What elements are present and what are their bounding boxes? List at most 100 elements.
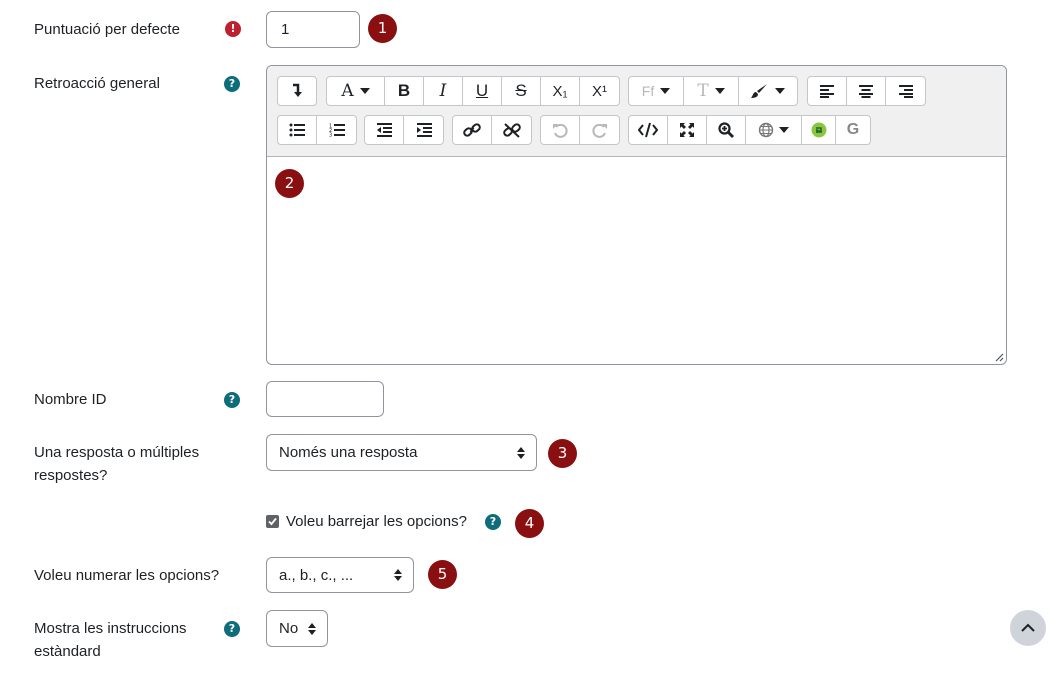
link-button[interactable] bbox=[453, 116, 492, 144]
chevron-up-icon bbox=[1021, 623, 1035, 632]
shuffle-checkbox[interactable] bbox=[266, 515, 279, 528]
spellcheck-button[interactable]: G bbox=[836, 116, 870, 144]
required-icon: ! bbox=[225, 21, 241, 37]
unlink-icon bbox=[502, 123, 521, 138]
caret-down-icon bbox=[359, 88, 370, 94]
recycle-icon bbox=[811, 122, 826, 138]
collapse-arrow-icon bbox=[293, 83, 302, 97]
font-family-button[interactable]: Ff bbox=[629, 77, 684, 105]
language-button[interactable] bbox=[746, 116, 802, 144]
toolbar-group-font: Ff T bbox=[628, 76, 798, 106]
font-size-label: T bbox=[697, 81, 709, 101]
general-feedback-editor: A B I U S X₁ X¹ Ff T 1 2 3 G bbox=[266, 65, 1007, 365]
numbering-select[interactable]: a., b., c., ... bbox=[266, 557, 414, 593]
caret-down-icon bbox=[775, 88, 785, 94]
badge-4: 4 bbox=[515, 509, 544, 538]
align-right-icon bbox=[898, 85, 913, 98]
caret-down-icon bbox=[714, 88, 725, 94]
caret-down-icon bbox=[779, 127, 789, 133]
caret-down-icon bbox=[660, 88, 671, 94]
badge-1: 1 bbox=[368, 14, 397, 43]
badge-5: 5 bbox=[428, 560, 457, 589]
collapse-toolbar-button[interactable] bbox=[278, 77, 316, 105]
subscript-button[interactable]: X₁ bbox=[541, 77, 580, 105]
list-bullet-icon bbox=[289, 123, 305, 137]
accessibility-checker-button[interactable] bbox=[707, 116, 746, 144]
brush-icon bbox=[751, 84, 767, 98]
font-button[interactable]: A bbox=[327, 77, 385, 105]
undo-button[interactable] bbox=[541, 116, 580, 144]
ordered-list-button[interactable]: 123 bbox=[317, 116, 356, 144]
select-arrows-icon bbox=[517, 446, 525, 459]
outdent-icon bbox=[377, 123, 392, 137]
toolbar-group-lists: 123 bbox=[277, 115, 357, 145]
outdent-button[interactable] bbox=[365, 116, 404, 144]
check-icon bbox=[268, 517, 277, 526]
toolbar-group-format: A B I U S X₁ X¹ bbox=[326, 76, 620, 106]
help-icon[interactable]: ? bbox=[224, 392, 240, 408]
redo-button[interactable] bbox=[580, 116, 619, 144]
indent-icon bbox=[416, 123, 432, 137]
select-arrows-icon bbox=[308, 622, 316, 635]
underline-button[interactable]: U bbox=[463, 77, 502, 105]
numbering-label: Voleu numerar les opcions? bbox=[34, 567, 220, 584]
superscript-button[interactable]: X¹ bbox=[580, 77, 619, 105]
list-numbered-icon: 123 bbox=[329, 124, 345, 138]
text-color-button[interactable] bbox=[739, 77, 797, 105]
undo-icon bbox=[553, 123, 568, 138]
bold-button[interactable]: B bbox=[385, 77, 424, 105]
toolbar-group-indent bbox=[364, 115, 444, 145]
font-family-label: Ff bbox=[641, 83, 655, 99]
std-instructions-label: Mostra les instruccions estàndard bbox=[34, 620, 187, 660]
toolbar-group-tools: G bbox=[628, 115, 871, 145]
single-multiple-label: Una resposta o múltiples respostes? bbox=[34, 444, 200, 484]
single-multiple-select[interactable]: Només una resposta bbox=[266, 434, 537, 471]
toolbar-group-history bbox=[540, 115, 620, 145]
id-number-label: Nombre ID bbox=[34, 391, 107, 408]
italic-button[interactable]: I bbox=[424, 77, 463, 105]
back-to-top-button[interactable] bbox=[1010, 610, 1046, 646]
id-number-input[interactable] bbox=[266, 381, 384, 417]
unordered-list-button[interactable] bbox=[278, 116, 317, 144]
strikethrough-button[interactable]: S bbox=[502, 77, 541, 105]
badge-2: 2 bbox=[275, 169, 304, 198]
std-instructions-select[interactable]: No bbox=[266, 610, 328, 647]
globe-icon bbox=[758, 122, 774, 138]
help-icon[interactable]: ? bbox=[224, 621, 240, 637]
default-mark-input[interactable] bbox=[266, 11, 360, 48]
redo-icon bbox=[591, 123, 607, 138]
editor-content-area[interactable] bbox=[267, 157, 1006, 364]
font-button-label: A bbox=[341, 81, 354, 101]
align-center-icon bbox=[859, 85, 873, 98]
fullscreen-button[interactable] bbox=[668, 116, 707, 144]
single-multiple-value: Només una resposta bbox=[279, 444, 418, 461]
std-instructions-value: No bbox=[279, 620, 299, 637]
editor-toolbar: A B I U S X₁ X¹ Ff T 1 2 3 G bbox=[267, 66, 1006, 157]
code-icon bbox=[638, 122, 658, 138]
align-left-icon bbox=[820, 85, 834, 98]
toolbar-group-collapse bbox=[277, 76, 317, 106]
svg-text:3: 3 bbox=[329, 133, 332, 138]
align-center-button[interactable] bbox=[847, 77, 886, 105]
help-icon[interactable]: ? bbox=[224, 76, 240, 92]
align-left-button[interactable] bbox=[808, 77, 847, 105]
help-icon[interactable]: ? bbox=[485, 514, 501, 530]
unlink-button[interactable] bbox=[492, 116, 531, 144]
shuffle-label: Voleu barrejar les opcions? bbox=[286, 513, 467, 530]
zoom-in-icon bbox=[718, 122, 734, 138]
numbering-value: a., b., c., ... bbox=[279, 566, 354, 584]
link-icon bbox=[463, 123, 481, 137]
expand-icon bbox=[680, 123, 694, 137]
badge-3: 3 bbox=[548, 439, 577, 468]
default-mark-label: Puntuació per defecte bbox=[34, 21, 180, 38]
toolbar-group-link bbox=[452, 115, 532, 145]
indent-button[interactable] bbox=[404, 116, 443, 144]
general-feedback-label: Retroacció general bbox=[34, 75, 160, 92]
plugin-button[interactable] bbox=[802, 116, 836, 144]
resize-handle-icon[interactable] bbox=[994, 352, 1004, 362]
html-button[interactable] bbox=[629, 116, 668, 144]
select-arrows-icon bbox=[394, 569, 402, 581]
align-right-button[interactable] bbox=[886, 77, 925, 105]
toolbar-group-align bbox=[807, 76, 926, 106]
font-size-button[interactable]: T bbox=[684, 77, 739, 105]
